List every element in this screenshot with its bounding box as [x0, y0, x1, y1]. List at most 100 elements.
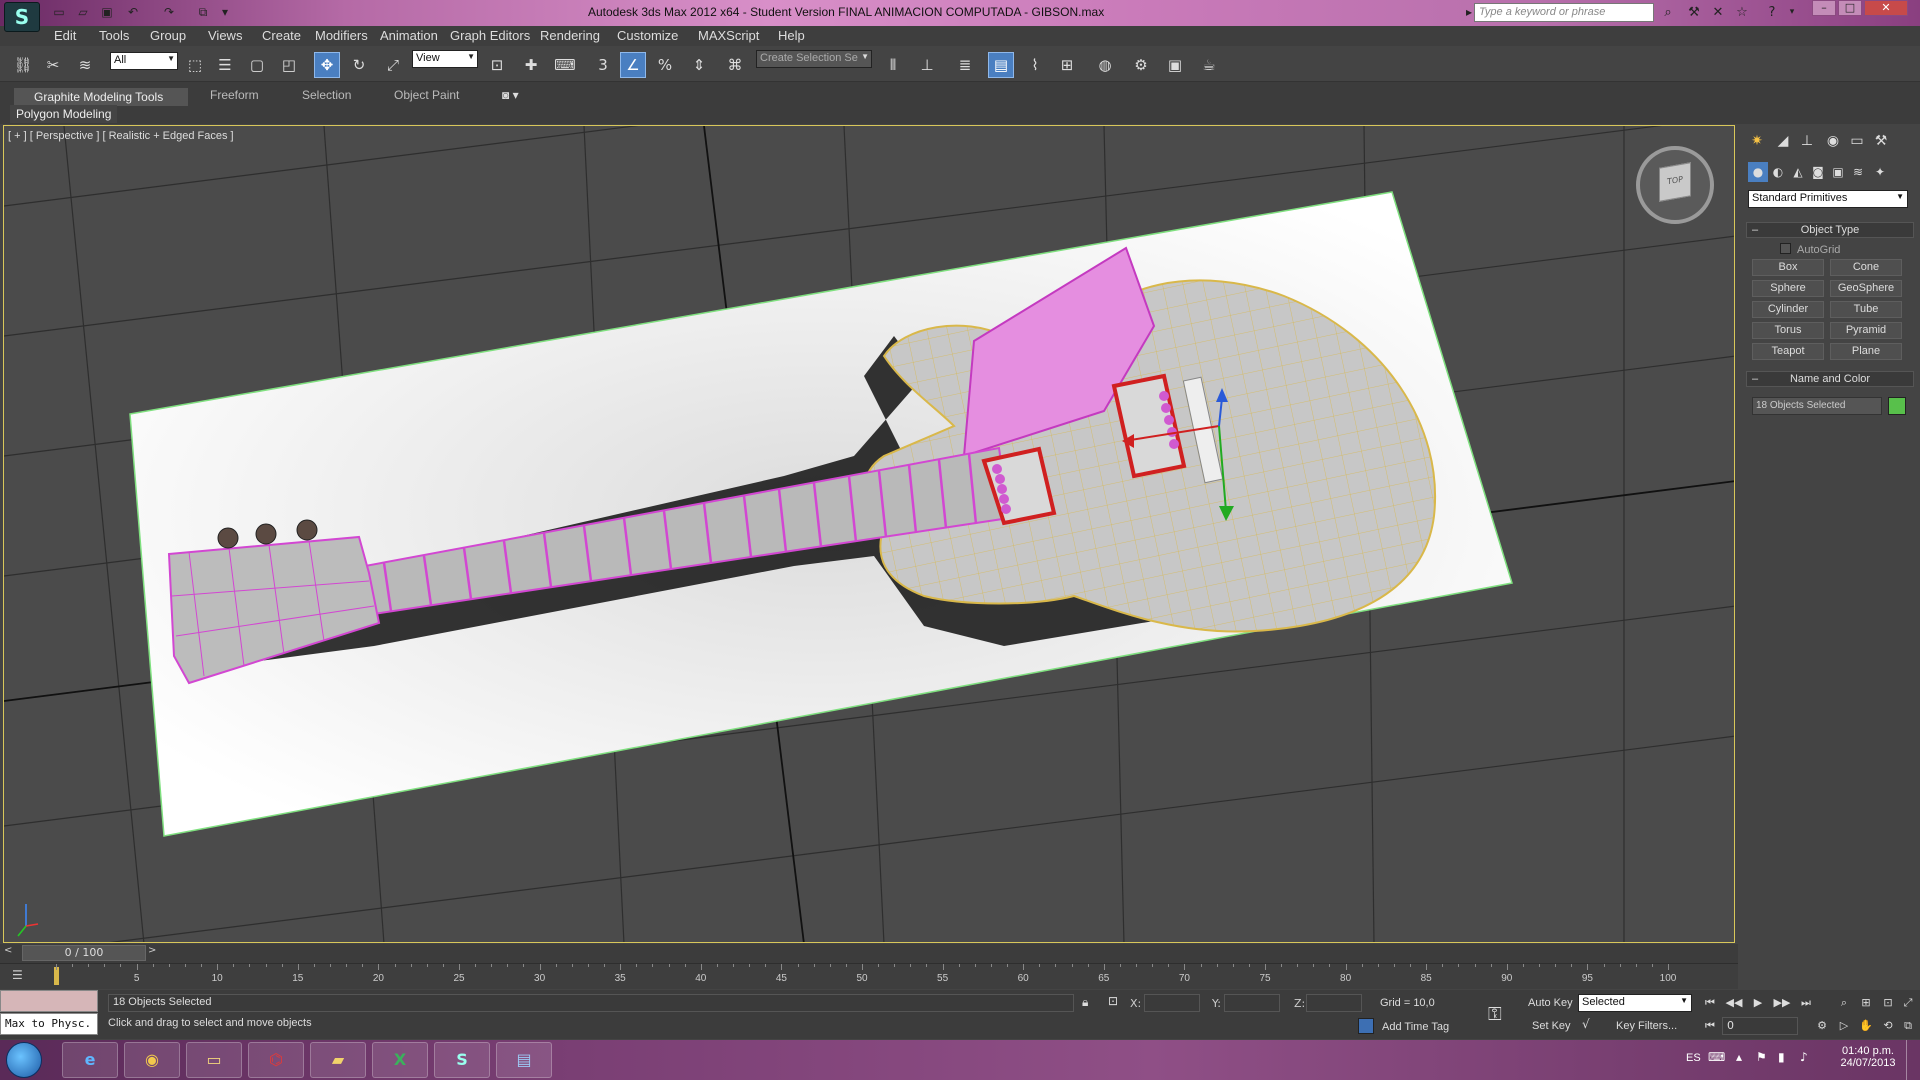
- set-key-button[interactable]: Set Key: [1532, 1020, 1571, 1032]
- zoom-icon[interactable]: ⌕: [1834, 994, 1854, 1012]
- perspective-viewport[interactable]: [ + ] [ Perspective ] [ Realistic + Edge…: [3, 125, 1735, 943]
- panel-polygon-modeling[interactable]: Polygon Modeling: [10, 105, 118, 123]
- schematic-view-icon[interactable]: ⊞: [1054, 52, 1080, 78]
- pivot-center-icon[interactable]: ⊡: [484, 52, 510, 78]
- menu-edit[interactable]: Edit: [54, 28, 76, 43]
- pan-view-icon[interactable]: ✋: [1856, 1017, 1876, 1035]
- time-configuration-icon[interactable]: ⚙: [1812, 1017, 1832, 1035]
- communication-center-icon[interactable]: ✕: [1708, 3, 1728, 22]
- select-and-scale-icon[interactable]: ⤢: [380, 52, 406, 78]
- material-editor-icon[interactable]: ◍: [1092, 52, 1118, 78]
- reference-coordinate-dropdown[interactable]: View ▼: [412, 50, 478, 68]
- align-icon[interactable]: ⊥: [914, 52, 940, 78]
- viewport-label[interactable]: [ + ] [ Perspective ] [ Realistic + Edge…: [8, 130, 234, 142]
- viewcube[interactable]: TOP: [1636, 146, 1714, 224]
- z-coordinate-field[interactable]: [1306, 994, 1362, 1012]
- time-next-icon[interactable]: >: [148, 945, 156, 956]
- menu-graph-editors[interactable]: Graph Editors: [450, 28, 530, 43]
- mirror-icon[interactable]: ⫴: [880, 52, 906, 78]
- maximize-viewport-icon[interactable]: ⤢: [1898, 994, 1918, 1012]
- cameras-category-icon[interactable]: ◙: [1808, 162, 1828, 182]
- helpers-category-icon[interactable]: ▣: [1828, 162, 1848, 182]
- menu-help[interactable]: Help: [778, 28, 805, 43]
- go-to-start-icon[interactable]: ⏮: [1700, 994, 1720, 1012]
- menu-modifiers[interactable]: Modifiers: [315, 28, 368, 43]
- show-desktop-button[interactable]: [1906, 1040, 1920, 1080]
- current-frame-field[interactable]: 0: [1722, 1017, 1798, 1035]
- volume-icon[interactable]: ♪: [1800, 1050, 1808, 1064]
- select-and-move-icon[interactable]: ✥: [314, 52, 340, 78]
- maxscript-listener-mini[interactable]: [0, 990, 98, 1012]
- named-selection-dropdown[interactable]: Create Selection Se ▼: [756, 50, 872, 68]
- bind-to-space-warp-icon[interactable]: ≋: [72, 52, 98, 78]
- select-by-name-icon[interactable]: ☰: [212, 52, 238, 78]
- set-key-icon[interactable]: ⚿: [1488, 1004, 1502, 1025]
- subscription-icon[interactable]: ⚒: [1684, 3, 1704, 22]
- internet-explorer-icon[interactable]: e: [62, 1042, 118, 1078]
- geometry-category-icon[interactable]: ●: [1748, 162, 1768, 182]
- rendered-frame-window-icon[interactable]: ▣: [1162, 52, 1188, 78]
- cone-button[interactable]: Cone: [1830, 259, 1902, 276]
- lights-category-icon[interactable]: ◭: [1788, 162, 1808, 182]
- create-tab-icon[interactable]: ✷: [1746, 130, 1768, 152]
- language-indicator[interactable]: ES: [1686, 1052, 1701, 1064]
- absolute-mode-icon[interactable]: ⊡: [1108, 994, 1118, 1008]
- 3ds-max-taskbar-icon[interactable]: S: [434, 1042, 490, 1078]
- undo-icon[interactable]: ↶: [124, 4, 142, 20]
- object-name-field[interactable]: 18 Objects Selected: [1752, 397, 1882, 415]
- save-file-icon[interactable]: ▣: [98, 4, 116, 20]
- motion-tab-icon[interactable]: ◉: [1822, 130, 1844, 152]
- lock-icon[interactable]: 🔒︎: [1082, 995, 1088, 1010]
- teapot-button[interactable]: Teapot: [1752, 343, 1824, 360]
- auto-key-button[interactable]: Auto Key: [1528, 997, 1573, 1009]
- curve-editor-icon[interactable]: ⌇: [1022, 52, 1048, 78]
- zoom-extents-icon[interactable]: ⊞: [1856, 994, 1876, 1012]
- hierarchy-tab-icon[interactable]: ⊥: [1796, 130, 1818, 152]
- primitive-category-dropdown[interactable]: Standard Primitives ▼: [1748, 190, 1908, 208]
- object-color-swatch[interactable]: [1888, 397, 1906, 415]
- clock[interactable]: 01:40 p.m. 24/07/2013: [1836, 1045, 1900, 1069]
- show-hidden-icons[interactable]: ▴: [1736, 1050, 1742, 1064]
- action-center-icon[interactable]: ⚑: [1756, 1050, 1767, 1064]
- render-production-icon[interactable]: ☕: [1196, 52, 1222, 78]
- autogrid-checkbox[interactable]: AutoGrid: [1780, 243, 1840, 256]
- snaps-toggle-icon[interactable]: 3: [590, 52, 616, 78]
- go-to-end-icon[interactable]: ⏭: [1796, 994, 1816, 1012]
- close-button[interactable]: ✕: [1864, 0, 1908, 16]
- sphere-button[interactable]: Sphere: [1752, 280, 1824, 297]
- menu-rendering[interactable]: Rendering: [540, 28, 600, 43]
- help-dropdown-icon[interactable]: ▾: [1782, 3, 1802, 22]
- open-file-icon[interactable]: ▱: [74, 4, 92, 20]
- geosphere-button[interactable]: GeoSphere: [1830, 280, 1902, 297]
- window-crossing-icon[interactable]: ◰: [276, 52, 302, 78]
- favorites-icon[interactable]: ☆: [1732, 3, 1752, 22]
- folder-icon[interactable]: ▰: [310, 1042, 366, 1078]
- start-button[interactable]: [6, 1042, 42, 1078]
- edit-named-selection-icon[interactable]: ⌘: [722, 52, 748, 78]
- systems-category-icon[interactable]: ✦: [1870, 162, 1890, 182]
- space-warps-category-icon[interactable]: ≋: [1848, 162, 1868, 182]
- select-and-rotate-icon[interactable]: ↻: [346, 52, 372, 78]
- play-icon[interactable]: ▶: [1748, 994, 1768, 1012]
- time-slider-thumb[interactable]: 0 / 100: [22, 945, 146, 961]
- shapes-category-icon[interactable]: ◐: [1768, 162, 1788, 182]
- maximize-toggle-icon[interactable]: ⧉: [1898, 1017, 1918, 1035]
- redo-icon[interactable]: ↷: [160, 4, 178, 20]
- select-object-icon[interactable]: ⬚: [182, 52, 208, 78]
- plane-button[interactable]: Plane: [1830, 343, 1902, 360]
- default-tangents-icon[interactable]: √: [1582, 1017, 1590, 1031]
- name-and-color-rollout-header[interactable]: – Name and Color: [1746, 371, 1914, 387]
- time-tag-icon[interactable]: [1358, 1018, 1374, 1034]
- render-setup-icon[interactable]: ⚙: [1128, 52, 1154, 78]
- y-coordinate-field[interactable]: [1224, 994, 1280, 1012]
- modify-tab-icon[interactable]: ◢: [1772, 130, 1794, 152]
- menu-create[interactable]: Create: [262, 28, 301, 43]
- quick-access-dropdown-icon[interactable]: ▾: [216, 4, 234, 20]
- previous-frame-icon[interactable]: ◀◀: [1724, 994, 1744, 1012]
- object-type-rollout-header[interactable]: – Object Type: [1746, 222, 1914, 238]
- project-folder-icon[interactable]: ⧉: [194, 4, 212, 20]
- tab-object-paint[interactable]: Object Paint: [394, 88, 459, 106]
- file-explorer-icon[interactable]: ▭: [186, 1042, 242, 1078]
- ribbon-options-icon[interactable]: ◙ ▾: [502, 88, 519, 106]
- tab-selection[interactable]: Selection: [302, 88, 351, 106]
